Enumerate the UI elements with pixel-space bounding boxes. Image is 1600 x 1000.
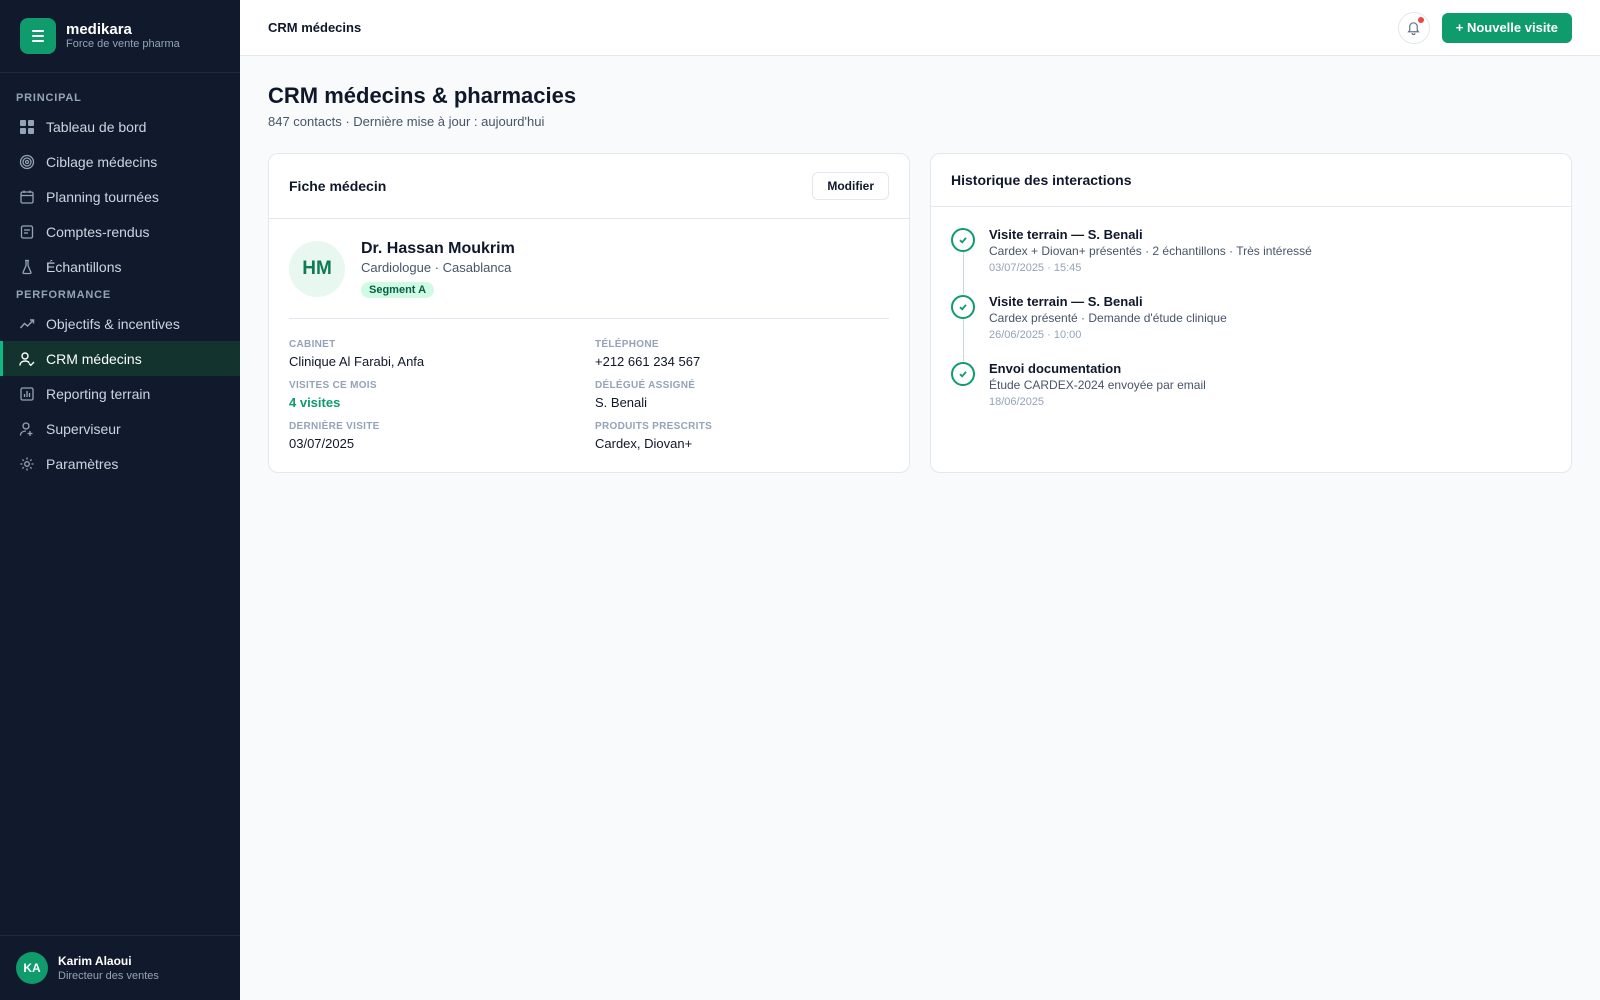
sidebar-item-label: Reporting terrain	[46, 385, 151, 402]
timeline-connector	[963, 252, 964, 294]
user-check-icon	[19, 351, 35, 366]
field-value: S. Benali	[595, 395, 648, 410]
history-card: Historique des interactions Visite terra…	[930, 153, 1572, 473]
doctor-name: Dr. Hassan Moukrim	[361, 240, 515, 257]
card-title: Historique des interactions	[951, 172, 1132, 188]
doctor-card: Fiche médecin Modifier HM Dr. Hassan Mou…	[268, 153, 910, 473]
sidebar-item-label: Comptes-rendus	[46, 223, 150, 240]
user-name: Karim Alaoui	[58, 953, 132, 968]
sidebar-item-superviseur[interactable]: Superviseur	[0, 411, 240, 446]
sidebar-item-tableau-de-bord[interactable]: Tableau de bord	[0, 109, 240, 144]
field-label: PRODUITS PRESCRITS	[595, 421, 713, 432]
field-cabinet: CABINET Clinique Al Farabi, Anfa	[289, 339, 595, 369]
field-telephone: TÉLÉPHONE +212 661 234 567	[595, 339, 889, 369]
field-value: 03/07/2025	[289, 436, 355, 451]
check-circle-icon	[951, 362, 975, 386]
timeline: Visite terrain — S. Benali Cardex + Diov…	[931, 207, 1571, 428]
timeline-description: Étude CARDEX-2024 envoyée par email	[989, 378, 1206, 392]
sidebar-item-comptes-rendus[interactable]: Comptes-rendus	[0, 214, 240, 249]
section-label-principal: PRINCIPAL	[16, 92, 82, 104]
section-label-performance: PERFORMANCE	[16, 289, 111, 301]
flask-icon	[22, 259, 32, 274]
sidebar-item-label: Échantillons	[46, 258, 122, 275]
new-visit-button[interactable]: + Nouvelle visite	[1441, 12, 1572, 43]
sidebar-item-label: Tableau de bord	[46, 118, 147, 135]
field-produits-prescrits: PRODUITS PRESCRITS Cardex, Diovan+	[595, 421, 889, 451]
calendar-icon	[20, 190, 34, 204]
main-content: CRM médecins & pharmacies 847 contacts ·…	[240, 56, 1600, 1000]
field-value: Cardex, Diovan+	[595, 436, 693, 451]
sidebar-item-objectifs-incentives[interactable]: Objectifs & incentives	[0, 306, 240, 341]
trend-icon	[19, 318, 35, 328]
user-role: Directeur des ventes	[58, 969, 159, 982]
brand-name: medikara	[66, 21, 132, 38]
sidebar-item-label: Paramètres	[46, 455, 119, 472]
menu-lines-icon	[20, 18, 56, 54]
timeline-title: Visite terrain — S. Benali	[989, 294, 1143, 309]
notifications-button[interactable]	[1397, 11, 1430, 44]
grid-icon	[20, 119, 34, 134]
sidebar-item-label: Planning tournées	[46, 188, 159, 205]
avatar: KA	[16, 952, 48, 984]
timeline-item[interactable]: Visite terrain — S. Benali Cardex + Diov…	[951, 227, 1551, 294]
sidebar-item-ciblage-medecins[interactable]: Ciblage médecins	[0, 144, 240, 179]
sidebar-item-reporting-terrain[interactable]: Reporting terrain	[0, 376, 240, 411]
brand[interactable]: medikara Force de vente pharma	[0, 0, 240, 73]
field-value: Clinique Al Farabi, Anfa	[289, 354, 425, 369]
field-delegue-assigne: DÉLÉGUÉ ASSIGNÉ S. Benali	[595, 380, 889, 410]
page-subtitle: 847 contacts · Dernière mise à jour : au…	[268, 114, 545, 129]
user-icon	[19, 421, 33, 436]
timeline-title: Visite terrain — S. Benali	[989, 227, 1143, 242]
sidebar: medikara Force de vente pharma PRINCIPAL…	[0, 0, 240, 1000]
sidebar-item-crm-medecins[interactable]: CRM médecins	[0, 341, 240, 376]
timeline-title: Envoi documentation	[989, 361, 1122, 376]
segment-badge: Segment A	[361, 282, 435, 298]
sidebar-item-label: Superviseur	[46, 420, 121, 437]
timeline-timestamp: 26/06/2025 · 10:00	[989, 329, 1082, 341]
sidebar-item-label: CRM médecins	[46, 350, 142, 367]
field-label: DÉLÉGUÉ ASSIGNÉ	[595, 380, 696, 391]
field-label: CABINET	[289, 339, 336, 350]
notification-dot	[1417, 16, 1424, 23]
doctor-specialty: Cardiologue · Casablanca	[361, 260, 512, 275]
timeline-description: Cardex + Diovan+ présentés · 2 échantill…	[989, 244, 1312, 258]
field-derniere-visite: DERNIÈRE VISITE 03/07/2025	[289, 421, 595, 451]
sidebar-item-echantillons[interactable]: Échantillons	[0, 249, 240, 284]
page-title: CRM médecins & pharmacies	[268, 83, 577, 108]
timeline-description: Cardex présenté · Demande d'étude cliniq…	[989, 311, 1227, 325]
field-label: TÉLÉPHONE	[595, 339, 659, 350]
brand-subtitle: Force de vente pharma	[66, 38, 180, 50]
card-title: Fiche médecin	[289, 178, 387, 194]
timeline-item[interactable]: Visite terrain — S. Benali Cardex présen…	[951, 294, 1551, 361]
user-profile[interactable]: KA Karim Alaoui Directeur des ventes	[0, 935, 240, 1000]
sidebar-item-label: Ciblage médecins	[46, 153, 158, 170]
field-label: VISITES CE MOIS	[289, 380, 377, 391]
timeline-connector	[963, 319, 964, 361]
sidebar-item-planning-tournees[interactable]: Planning tournées	[0, 179, 240, 214]
sidebar-item-parametres[interactable]: Paramètres	[0, 446, 240, 481]
field-visites-ce-mois: VISITES CE MOIS 4 visites	[289, 380, 595, 410]
edit-button[interactable]: Modifier	[812, 172, 889, 200]
timeline-timestamp: 18/06/2025	[989, 396, 1045, 408]
breadcrumb: CRM médecins	[268, 20, 362, 35]
field-value: +212 661 234 567	[595, 354, 701, 369]
timeline-item[interactable]: Envoi documentation Étude CARDEX-2024 en…	[951, 361, 1551, 428]
check-circle-icon	[951, 295, 975, 319]
topbar: CRM médecins + Nouvelle visite	[240, 0, 1600, 56]
target-icon	[19, 154, 35, 169]
field-label: DERNIÈRE VISITE	[289, 421, 380, 432]
timeline-timestamp: 03/07/2025 · 15:45	[989, 262, 1082, 274]
sidebar-item-label: Objectifs & incentives	[46, 315, 180, 332]
avatar: HM	[289, 240, 345, 297]
check-circle-icon	[951, 228, 975, 252]
chart-icon	[20, 386, 34, 401]
report-icon	[20, 224, 34, 239]
field-value: 4 visites	[289, 395, 341, 410]
gear-icon	[20, 457, 34, 470]
